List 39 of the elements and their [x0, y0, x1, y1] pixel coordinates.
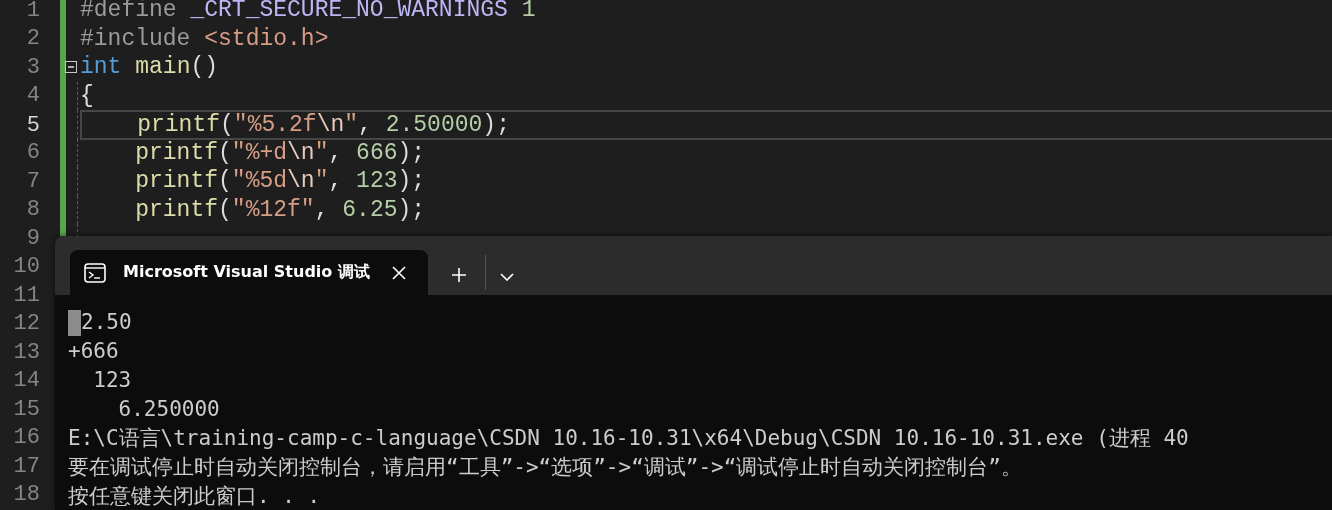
output-line: +666 [68, 338, 119, 365]
code-line: #include <stdio.h> [80, 24, 330, 53]
line-number: 4 [25, 83, 40, 109]
dropdown-icon[interactable] [500, 273, 514, 281]
line-number: 12 [12, 311, 40, 337]
line-number: 17 [12, 453, 40, 479]
line-number: 7 [25, 168, 40, 194]
line-number: 1 [25, 0, 40, 23]
output-line: 2.50 [81, 309, 132, 336]
line-number: 8 [25, 197, 40, 223]
line-number: 14 [12, 368, 40, 394]
close-icon[interactable] [392, 265, 406, 280]
output-line: 6.250000 [117, 396, 220, 423]
code-line: { [80, 81, 95, 110]
output-line: 123 [92, 367, 132, 394]
output-line: 按任意键关闭此窗口. . . [68, 483, 321, 510]
collapse-icon[interactable] [65, 61, 77, 74]
code-line: printf("%5.2f\n", 2.50000); [80, 110, 1332, 140]
line-number: 6 [25, 140, 40, 166]
line-number: 10 [12, 254, 40, 280]
terminal-tab[interactable]: Microsoft Visual Studio 调试 [70, 250, 428, 295]
line-number: 5 [25, 112, 40, 138]
code-line: printf("%12f", 6.25); [134, 195, 427, 224]
line-number: 13 [12, 339, 40, 365]
code-line: printf("%+d\n", 666); [134, 138, 427, 167]
line-number: 16 [12, 425, 40, 451]
output-line: 要在调试停止时自动关闭控制台，请启用“工具”->“选项”->“调试”->“调试停止时自动关闭控制台”。 [68, 454, 1022, 481]
line-number: 11 [12, 282, 40, 308]
code-line: #define _CRT_SECURE_NO_WARNINGS 1 [80, 0, 537, 25]
line-number: 2 [25, 26, 40, 52]
output-line: E:\C语言\training-camp-c-language\CSDN 10.16-10.31\x64\Debug\CSDN 10.16-10.31.exe (进程 40 [68, 425, 1189, 452]
add-tab-icon[interactable] [451, 267, 467, 283]
console-icon [84, 262, 106, 283]
line-number: 3 [25, 54, 40, 80]
line-number: 18 [12, 482, 40, 508]
line-number: 9 [25, 225, 40, 251]
code-line: printf("%5d\n", 123); [134, 167, 427, 196]
code-line: int main() [80, 53, 220, 82]
line-number: 15 [12, 396, 40, 422]
